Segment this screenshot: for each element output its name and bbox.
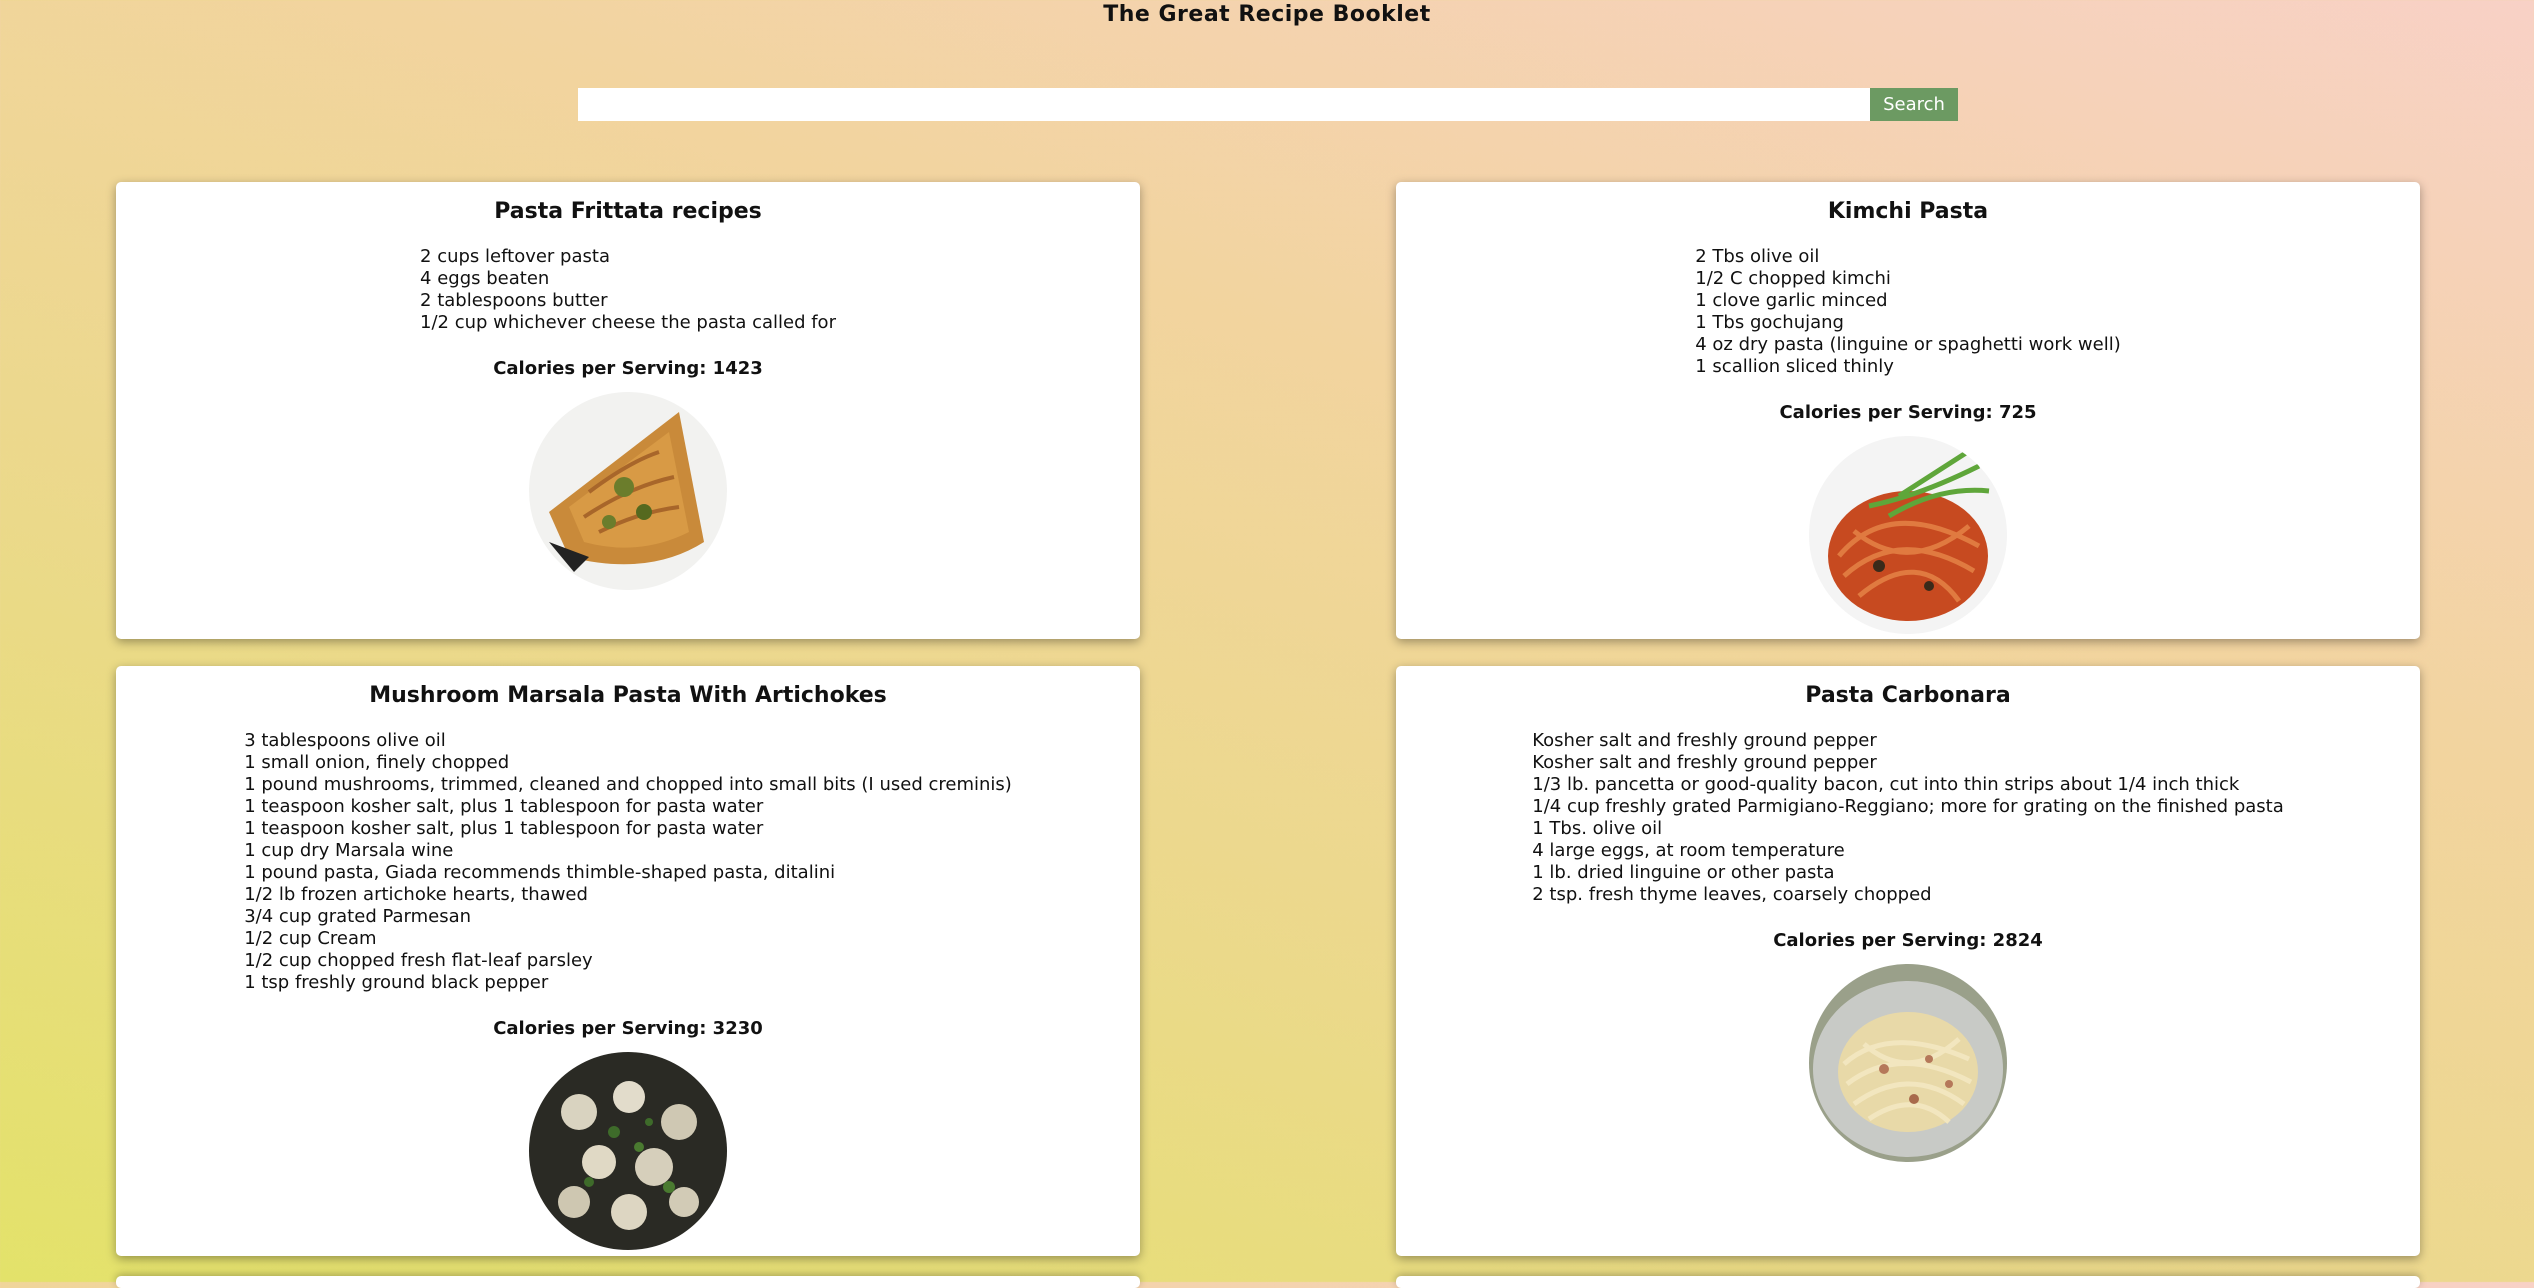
ingredient-list: 3 tablespoons olive oil 1 small onion, f… xyxy=(244,730,1012,994)
search-button[interactable]: Search xyxy=(1870,88,1958,121)
ingredient-item: 1/2 cup Cream xyxy=(244,928,377,949)
ingredient-item: 4 oz dry pasta (linguine or spaghetti wo… xyxy=(1695,334,2121,355)
ingredient-item: Kosher salt and freshly ground pepper xyxy=(1532,730,1877,751)
ingredient-item: 1 pound pasta, Giada recommends thimble-… xyxy=(244,862,836,883)
recipe-card-pasta-carbonara: Pasta Carbonara Kosher salt and freshly … xyxy=(1396,666,2420,1256)
ingredient-list: 2 Tbs olive oil 1/2 C chopped kimchi 1 c… xyxy=(1695,246,2121,378)
ingredient-item: 3/4 cup grated Parmesan xyxy=(244,906,472,927)
ingredient-item: 1/2 lb frozen artichoke hearts, thawed xyxy=(244,884,588,905)
recipe-photo xyxy=(529,392,727,590)
ingredient-item: 1 small onion, finely chopped xyxy=(244,752,510,773)
recipe-photo xyxy=(529,1052,727,1250)
calories-label: Calories per Serving: 3230 xyxy=(493,1018,763,1039)
recipe-card-mushroom-marsala: Mushroom Marsala Pasta With Artichokes 3… xyxy=(116,666,1140,1256)
ingredient-item: 1/2 C chopped kimchi xyxy=(1695,268,1891,289)
ingredient-item: Kosher salt and freshly ground pepper xyxy=(1532,752,1877,773)
recipe-photo xyxy=(1809,964,2007,1162)
ingredient-list: 2 cups leftover pasta 4 eggs beaten 2 ta… xyxy=(420,246,836,334)
ingredient-item: 1/4 cup freshly grated Parmigiano-Reggia… xyxy=(1532,796,2284,817)
ingredient-item: 1/2 cup whichever cheese the pasta calle… xyxy=(420,312,836,333)
recipe-card-pasta-frittata: Pasta Frittata recipes 2 cups leftover p… xyxy=(116,182,1140,639)
calories-label: Calories per Serving: 2824 xyxy=(1773,930,2043,951)
ingredient-item: 1 cup dry Marsala wine xyxy=(244,840,454,861)
recipe-card-partial xyxy=(1396,1276,2420,1288)
ingredient-item: 1 pound mushrooms, trimmed, cleaned and … xyxy=(244,774,1012,795)
recipe-card-kimchi-pasta: Kimchi Pasta 2 Tbs olive oil 1/2 C chopp… xyxy=(1396,182,2420,639)
ingredient-item: 1 tsp freshly ground black pepper xyxy=(244,972,549,993)
ingredient-item: 4 large eggs, at room temperature xyxy=(1532,840,1845,861)
calories-label: Calories per Serving: 1423 xyxy=(493,358,763,379)
recipe-title: Pasta Frittata recipes xyxy=(494,199,762,224)
ingredient-item: 1/3 lb. pancetta or good-quality bacon, … xyxy=(1532,774,2240,795)
ingredient-item: 1 lb. dried linguine or other pasta xyxy=(1532,862,1835,883)
ingredient-item: 4 eggs beaten xyxy=(420,268,550,289)
ingredient-list: Kosher salt and freshly ground pepper Ko… xyxy=(1532,730,2284,906)
ingredient-item: 1 scallion sliced thinly xyxy=(1695,356,1894,377)
recipe-photo xyxy=(1809,436,2007,634)
ingredient-item: 3 tablespoons olive oil xyxy=(244,730,446,751)
ingredient-item: 2 tablespoons butter xyxy=(420,290,608,311)
recipe-title: Kimchi Pasta xyxy=(1827,199,1989,224)
page-title: The Great Recipe Booklet xyxy=(1103,2,1431,27)
search-input[interactable] xyxy=(578,88,1870,121)
ingredient-item: 2 cups leftover pasta xyxy=(420,246,610,267)
ingredient-item: 1 teaspoon kosher salt, plus 1 tablespoo… xyxy=(244,796,764,817)
recipe-title: Pasta Carbonara xyxy=(1805,683,2011,708)
calories-label: Calories per Serving: 725 xyxy=(1779,402,2037,423)
search-bar: Search xyxy=(578,88,1958,121)
ingredient-item: 1/2 cup chopped fresh flat-leaf parsley xyxy=(244,950,593,971)
ingredient-item: 1 Tbs gochujang xyxy=(1695,312,1844,333)
recipe-card-partial xyxy=(116,1276,1140,1288)
ingredient-item: 1 Tbs. olive oil xyxy=(1532,818,1663,839)
ingredient-item: 1 clove garlic minced xyxy=(1695,290,1888,311)
ingredient-item: 1 teaspoon kosher salt, plus 1 tablespoo… xyxy=(244,818,764,839)
ingredient-item: 2 Tbs olive oil xyxy=(1695,246,1820,267)
recipe-title: Mushroom Marsala Pasta With Artichokes xyxy=(369,683,887,708)
ingredient-item: 2 tsp. fresh thyme leaves, coarsely chop… xyxy=(1532,884,1932,905)
